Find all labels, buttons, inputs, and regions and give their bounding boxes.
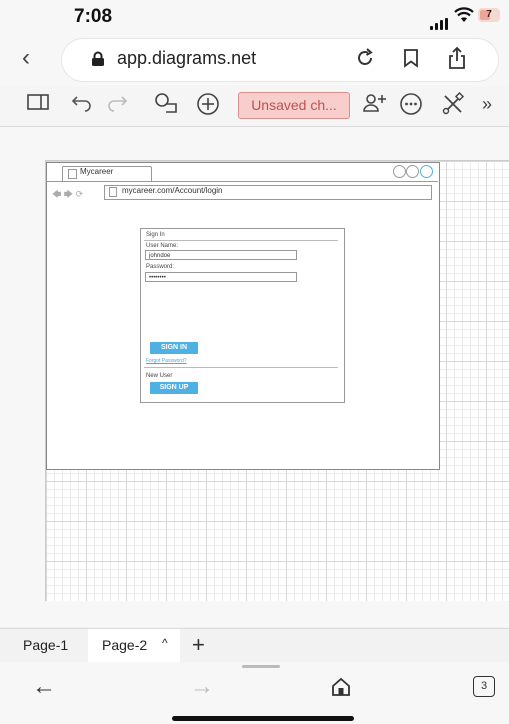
new-user-label: New User: [146, 373, 173, 379]
unsaved-changes-button[interactable]: Unsaved ch...: [238, 92, 350, 119]
shapes-icon[interactable]: [152, 92, 180, 119]
reload-icon[interactable]: [354, 47, 376, 74]
battery-icon: 7: [478, 8, 500, 22]
back-arrow-icon[interactable]: ←: [32, 673, 56, 701]
add-page-icon[interactable]: +: [192, 632, 205, 658]
lock-icon: [91, 51, 105, 72]
password-label: Password:: [146, 264, 175, 270]
signin-title: Sign In: [146, 232, 165, 238]
page-tab-bar: [0, 628, 509, 663]
home-icon[interactable]: [330, 676, 352, 703]
share-icon[interactable]: [447, 46, 467, 75]
add-icon[interactable]: [196, 92, 220, 121]
home-indicator[interactable]: [172, 716, 354, 721]
forward-arrow-icon[interactable]: →: [190, 673, 214, 701]
browser-back-icon[interactable]: ‹: [22, 44, 30, 72]
mockup-url: mycareer.com/Account/login: [122, 186, 223, 195]
window-control-icon: [406, 165, 419, 178]
chevron-up-icon[interactable]: ^: [162, 636, 168, 650]
bottom-navigation: [0, 662, 509, 724]
signin-button[interactable]: SIGN IN: [150, 342, 198, 354]
mockup-tab-label: Mycareer: [80, 167, 114, 176]
undo-icon[interactable]: [71, 92, 93, 117]
format-panel-icon[interactable]: [26, 92, 50, 117]
share-user-icon[interactable]: [362, 92, 388, 119]
redo-icon[interactable]: [106, 92, 128, 117]
status-time: 7:08: [74, 6, 113, 27]
signal-icon: [430, 12, 450, 30]
forgot-password-link[interactable]: Forgot Password?: [146, 358, 187, 364]
tabs-count-button[interactable]: 3: [473, 676, 495, 697]
mockup-nav-arrows-icon: 🡄 🡆 ⟳: [52, 189, 84, 199]
more-options-icon[interactable]: [399, 92, 423, 121]
window-control-icon: [420, 165, 433, 178]
mockup-divider: [46, 181, 438, 182]
url-text[interactable]: app.diagrams.net: [117, 48, 256, 69]
username-label: User Name:: [146, 243, 179, 249]
signup-button[interactable]: SIGN UP: [150, 382, 198, 394]
tools-icon[interactable]: [441, 91, 465, 121]
sheet-handle[interactable]: [242, 665, 280, 668]
divider: [144, 367, 338, 368]
expand-toolbar-icon[interactable]: »: [482, 94, 492, 115]
tab-page-2[interactable]: Page-2: [102, 637, 147, 653]
page-icon: [109, 187, 117, 197]
page-icon: [68, 169, 77, 179]
bookmark-icon[interactable]: [402, 48, 420, 73]
window-control-icon: [393, 165, 406, 178]
tab-page-1[interactable]: Page-1: [23, 637, 68, 653]
username-field[interactable]: johndoe: [145, 250, 297, 260]
wifi-icon: [454, 7, 474, 28]
divider: [144, 240, 338, 241]
password-field[interactable]: ••••••••: [145, 272, 297, 282]
